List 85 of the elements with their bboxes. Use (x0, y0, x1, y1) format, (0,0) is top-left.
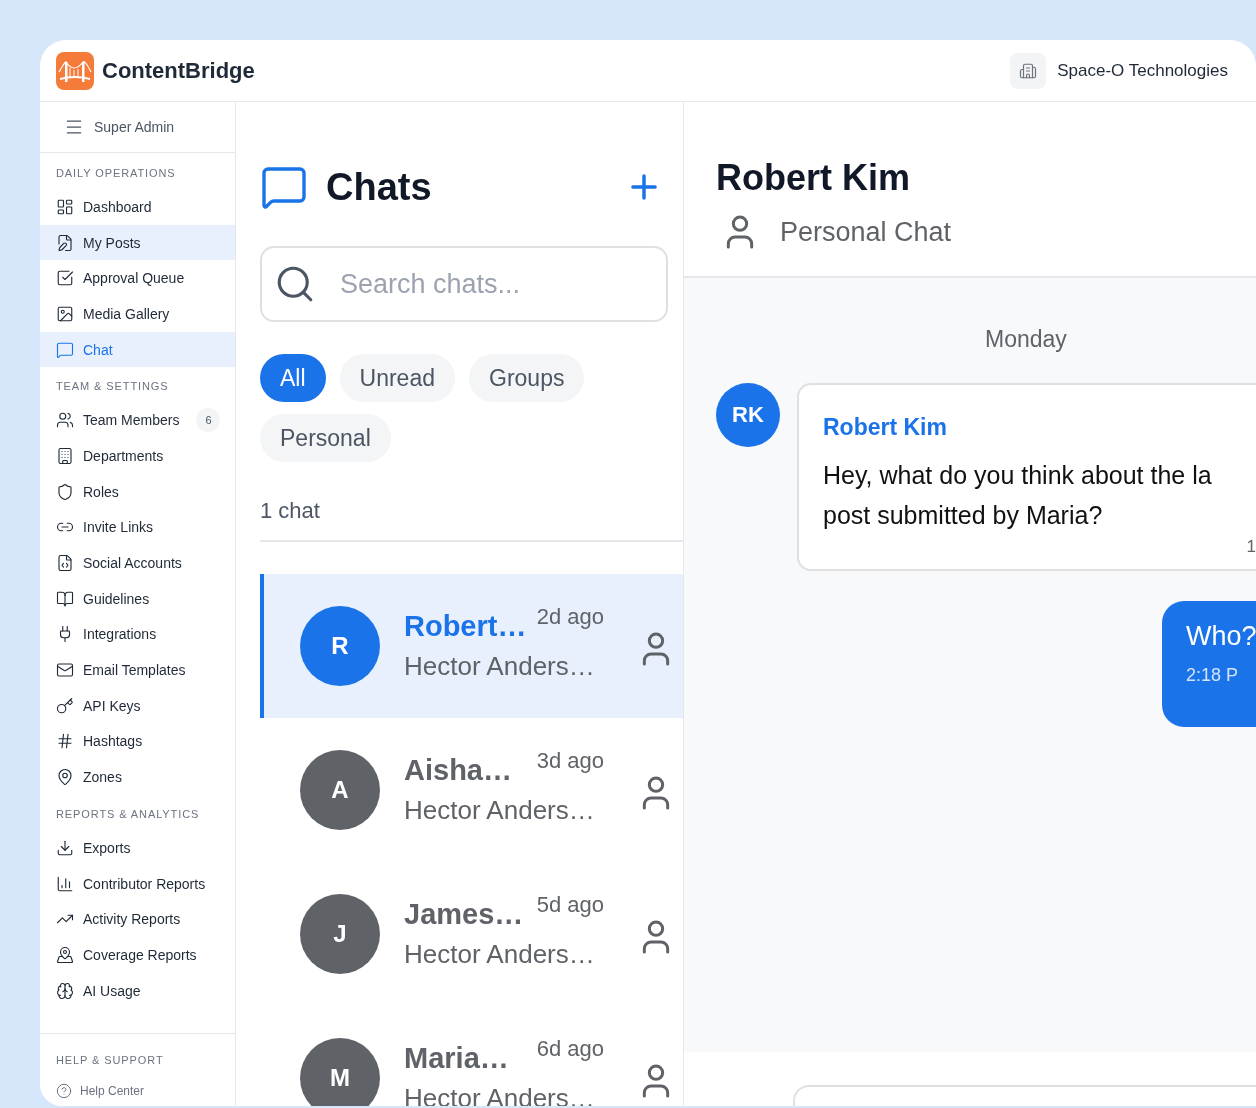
avatar: RK (716, 383, 780, 447)
message-preview: Hector Anders… (404, 651, 596, 682)
app-name: ContentBridge (102, 57, 255, 84)
sidebar-item[interactable]: API Keys (40, 687, 235, 724)
sidebar-item[interactable]: My Posts (40, 224, 235, 261)
section-title: HELP & SUPPORT (55, 1053, 165, 1068)
chat-count: 1 chat (260, 498, 320, 523)
message-time: 2:18 P (1186, 665, 1240, 686)
avatar: M (300, 1038, 380, 1106)
download-icon (56, 838, 74, 857)
shield-icon (56, 482, 74, 501)
section-title: DAILY OPERATIONS (55, 166, 177, 181)
sender-name: Robert Kim (823, 413, 948, 442)
date-divider: Monday (985, 326, 1067, 353)
filter-chip[interactable]: All (260, 354, 326, 402)
book-icon (56, 589, 74, 608)
filter-chip[interactable]: Groups (469, 354, 585, 402)
contact-name: Aisha… (404, 754, 512, 787)
search-field[interactable]: Search chats... (260, 246, 668, 322)
avatar: J (300, 894, 380, 974)
map-pin-icon (56, 945, 74, 964)
section-title: TEAM & SETTINGS (55, 379, 170, 395)
avatar: A (300, 750, 380, 830)
filter-chip[interactable]: Unread (339, 354, 455, 402)
building-icon (56, 446, 74, 465)
message-preview: Hector Anders… (404, 795, 596, 826)
sidebar-item[interactable]: Help Center (40, 1076, 235, 1106)
conversation-item[interactable]: R Robert… 2d ago Hector Anders… (260, 574, 683, 718)
role-label: Super Admin (94, 119, 175, 135)
sidebar-item[interactable]: Social Accounts (40, 545, 235, 581)
message-time: 6d ago (536, 1036, 604, 1062)
sidebar-item[interactable]: Coverage Reports (40, 937, 235, 973)
sidebar-item[interactable]: Contributor Reports (40, 865, 235, 902)
sidebar-item[interactable]: Integrations (40, 616, 235, 653)
document-pen-icon (56, 233, 74, 252)
help-icon (56, 1083, 72, 1099)
contact-name: Robert… (404, 610, 527, 643)
contact-name: Maria… (404, 1042, 509, 1075)
building-icon (1010, 52, 1047, 89)
avatar: R (300, 606, 380, 686)
contact-name: James… (404, 898, 524, 931)
message-time: 1 (1246, 537, 1256, 557)
message-text: Hey, what do you think about the la post submitted by Maria? (823, 460, 1213, 531)
organization-name: Space-O Technologies (1057, 60, 1228, 81)
image-icon (56, 304, 74, 323)
conversation-type: Personal Chat (780, 216, 952, 248)
panel-title: Chats (326, 165, 433, 209)
sidebar-item[interactable]: Hashtags (40, 723, 235, 760)
sidebar-item[interactable]: Email Templates (40, 652, 235, 688)
people-icon (56, 411, 74, 430)
sidebar-item[interactable]: Roles (40, 473, 235, 510)
sidebar-item[interactable]: Dashboard (40, 189, 235, 225)
message-preview: Hector Anders… (404, 939, 596, 970)
map-pin-icon (56, 768, 74, 787)
filter-chip[interactable]: Personal (260, 414, 391, 462)
sidebar-item[interactable]: Media Gallery (40, 296, 235, 332)
sidebar-item[interactable]: Departments (40, 438, 235, 474)
sidebar-item[interactable]: Zones (40, 759, 235, 795)
message-text: Who? (1186, 620, 1256, 653)
message-time: 5d ago (536, 892, 604, 918)
hash-icon (56, 732, 74, 751)
message-time: 3d ago (536, 748, 604, 774)
bridge-logo (56, 51, 94, 90)
conversation-item[interactable]: A Aisha… 3d ago Hector Anders… (260, 718, 683, 862)
sidebar-item[interactable]: AI Usage (40, 972, 235, 1009)
sidebar-item[interactable]: Chat (40, 331, 235, 368)
grid-icon (56, 197, 74, 216)
sidebar-item[interactable]: Team Members 6 (40, 402, 235, 439)
brain-icon (56, 981, 74, 1000)
chat-bubble-icon (56, 340, 74, 359)
sidebar-item[interactable]: Activity Reports (40, 901, 235, 938)
section-title: REPORTS & ANALYTICS (55, 807, 201, 822)
count-badge: 6 (196, 408, 221, 433)
envelope-icon (56, 661, 74, 680)
message-time: 2d ago (536, 604, 604, 630)
sidebar-item[interactable]: Approval Queue (40, 260, 235, 297)
sidebar-item[interactable]: Guidelines (40, 580, 235, 617)
bar-chart-icon (56, 874, 74, 893)
code-file-icon (56, 554, 74, 573)
sidebar-item[interactable]: Exports (40, 830, 235, 866)
checkbox-icon (56, 269, 74, 288)
conversation-title: Robert Kim (716, 156, 911, 200)
sidebar-item[interactable]: Invite Links (40, 509, 235, 546)
conversation-item[interactable]: J James… 5d ago Hector Anders… (260, 862, 683, 1006)
key-icon (56, 696, 74, 715)
